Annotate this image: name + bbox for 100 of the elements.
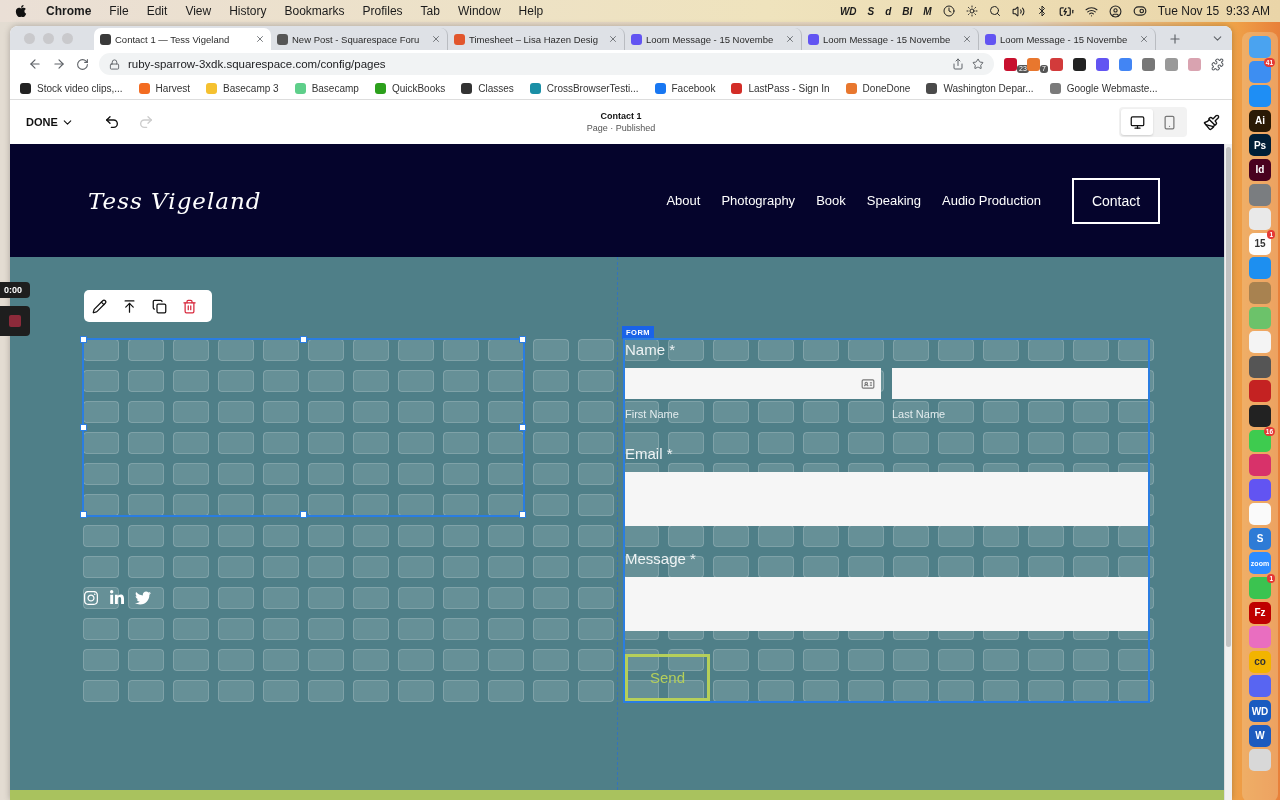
- browser-tab[interactable]: Contact 1 — Tess Vigeland: [94, 28, 271, 50]
- app-icon[interactable]: Ps: [1249, 134, 1271, 157]
- menu-bar-clock[interactable]: Tue Nov 15 9:33 AM: [1157, 4, 1270, 18]
- bookmark[interactable]: Stock video clips,...: [20, 83, 123, 94]
- address-bar[interactable]: ruby-sparrow-3xdk.squarespace.com/config/pages: [99, 53, 994, 75]
- puzzle-icon[interactable]: [1211, 57, 1224, 71]
- bookmark[interactable]: Washington Depar...: [926, 83, 1034, 94]
- contact-form[interactable]: Name * First Name Last Name Email * Message * Send: [623, 338, 1150, 703]
- app-icon[interactable]: Fz: [1249, 601, 1271, 624]
- extension-icon[interactable]: [1073, 57, 1086, 71]
- app-icon[interactable]: WD: [1249, 700, 1271, 723]
- nav-link[interactable]: Speaking: [866, 193, 921, 208]
- resize-handle[interactable]: [80, 336, 87, 343]
- close-icon[interactable]: [431, 34, 441, 44]
- trash-icon[interactable]: [182, 298, 197, 314]
- bookmark[interactable]: CrossBrowserTesti...: [529, 83, 639, 94]
- app-icon[interactable]: co: [1249, 650, 1271, 673]
- resize-handle[interactable]: [299, 511, 307, 518]
- close-icon[interactable]: [1139, 34, 1149, 44]
- search-icon[interactable]: [988, 5, 1001, 17]
- menu-item[interactable]: Help: [518, 4, 544, 18]
- user-icon[interactable]: [1108, 4, 1122, 18]
- menu-item[interactable]: Bookmarks: [284, 4, 345, 18]
- bookmark[interactable]: Basecamp: [294, 83, 359, 94]
- sun-icon[interactable]: [965, 5, 978, 17]
- volume-icon[interactable]: [1011, 4, 1025, 18]
- forward-icon[interactable]: [52, 57, 66, 71]
- menu-item[interactable]: History: [229, 4, 267, 18]
- menu-item[interactable]: Window: [457, 4, 501, 18]
- nav-link[interactable]: About: [666, 193, 701, 208]
- first-name-field[interactable]: [625, 368, 881, 399]
- paintbrush-icon[interactable]: [1203, 113, 1220, 131]
- toggle-icon[interactable]: [1132, 4, 1147, 18]
- app-icon[interactable]: [1249, 404, 1271, 427]
- menu-item[interactable]: Tab: [420, 4, 440, 18]
- lock-icon[interactable]: [109, 58, 120, 70]
- move-to-top-icon[interactable]: [122, 298, 137, 314]
- new-tab-icon[interactable]: [1168, 32, 1182, 46]
- desktop-view-button[interactable]: [1121, 109, 1153, 135]
- resize-handle[interactable]: [80, 423, 87, 431]
- menu-item[interactable]: Profiles: [362, 4, 403, 18]
- bookmark[interactable]: DoneDone: [845, 83, 911, 94]
- pencil-icon[interactable]: [92, 298, 107, 314]
- close-icon[interactable]: [255, 34, 265, 44]
- bookmark[interactable]: Google Webmaste...: [1049, 83, 1158, 94]
- stop-recording-button[interactable]: [0, 306, 30, 336]
- message-field[interactable]: [625, 577, 1148, 631]
- status-logo[interactable]: BI: [902, 5, 913, 17]
- copy-icon[interactable]: [152, 298, 167, 314]
- back-icon[interactable]: [28, 57, 42, 71]
- app-icon[interactable]: S: [1249, 527, 1271, 550]
- wifi-icon[interactable]: [1084, 4, 1098, 18]
- app-icon[interactable]: Ai: [1249, 109, 1271, 132]
- close-icon[interactable]: [785, 34, 795, 44]
- status-logo[interactable]: M: [923, 5, 932, 17]
- nav-link[interactable]: Book: [816, 193, 846, 208]
- close-icon[interactable]: [608, 34, 618, 44]
- signature-logo[interactable]: Tess Vigeland: [88, 187, 262, 214]
- nav-link[interactable]: Audio Production: [942, 193, 1041, 208]
- status-logo[interactable]: S: [867, 5, 875, 17]
- monitor-icon: [1129, 114, 1145, 130]
- app-menu[interactable]: Chrome: [46, 4, 92, 18]
- nav-link[interactable]: Photography: [721, 193, 796, 208]
- bookmark[interactable]: Facebook: [654, 83, 716, 94]
- bookmark[interactable]: QuickBooks: [374, 83, 446, 94]
- browser-tab[interactable]: Loom Message - 15 Novembe: [625, 28, 802, 50]
- reload-icon[interactable]: [76, 57, 89, 71]
- bookmark[interactable]: Harvest: [138, 83, 191, 94]
- resize-handle[interactable]: [299, 336, 307, 343]
- bookmark[interactable]: Classes: [461, 83, 514, 94]
- app-icon[interactable]: Id: [1249, 158, 1271, 181]
- star-icon[interactable]: [972, 58, 984, 70]
- resize-handle[interactable]: [80, 511, 87, 518]
- scrollbar-thumb[interactable]: [1226, 147, 1231, 647]
- done-button[interactable]: DONE: [26, 115, 74, 129]
- bookmark[interactable]: LastPass - Sign In: [731, 83, 830, 94]
- app-icon[interactable]: [1249, 355, 1271, 378]
- browser-tab[interactable]: Loom Message - 15 Novembe: [802, 28, 979, 50]
- contact-card-icon[interactable]: [861, 376, 875, 391]
- browser-tab[interactable]: Loom Message - 15 Novembe: [979, 28, 1156, 50]
- apple-logo-icon[interactable]: [14, 4, 28, 18]
- share-icon[interactable]: [952, 58, 964, 70]
- clock-icon[interactable]: [942, 5, 955, 17]
- contact-button[interactable]: Contact: [1072, 177, 1160, 224]
- undo-icon[interactable]: [103, 114, 120, 130]
- browser-tab[interactable]: New Post - Squarespace Foru: [271, 28, 448, 50]
- resize-handle[interactable]: [519, 336, 526, 343]
- last-name-field[interactable]: [892, 368, 1148, 399]
- status-logo[interactable]: d: [885, 5, 892, 17]
- resize-handle[interactable]: [519, 511, 526, 518]
- close-icon[interactable]: [962, 34, 972, 44]
- menu-item[interactable]: File: [109, 4, 129, 18]
- email-field[interactable]: [625, 472, 1148, 526]
- browser-tab[interactable]: Timesheet – Lisa Hazen Desig: [448, 28, 625, 50]
- resize-handle[interactable]: [519, 423, 526, 431]
- app-icon[interactable]: W: [1249, 724, 1271, 747]
- menu-item[interactable]: Edit: [146, 4, 168, 18]
- status-logo[interactable]: WD: [839, 5, 857, 17]
- bookmark[interactable]: Basecamp 3: [206, 83, 279, 94]
- menu-item[interactable]: View: [185, 4, 212, 18]
